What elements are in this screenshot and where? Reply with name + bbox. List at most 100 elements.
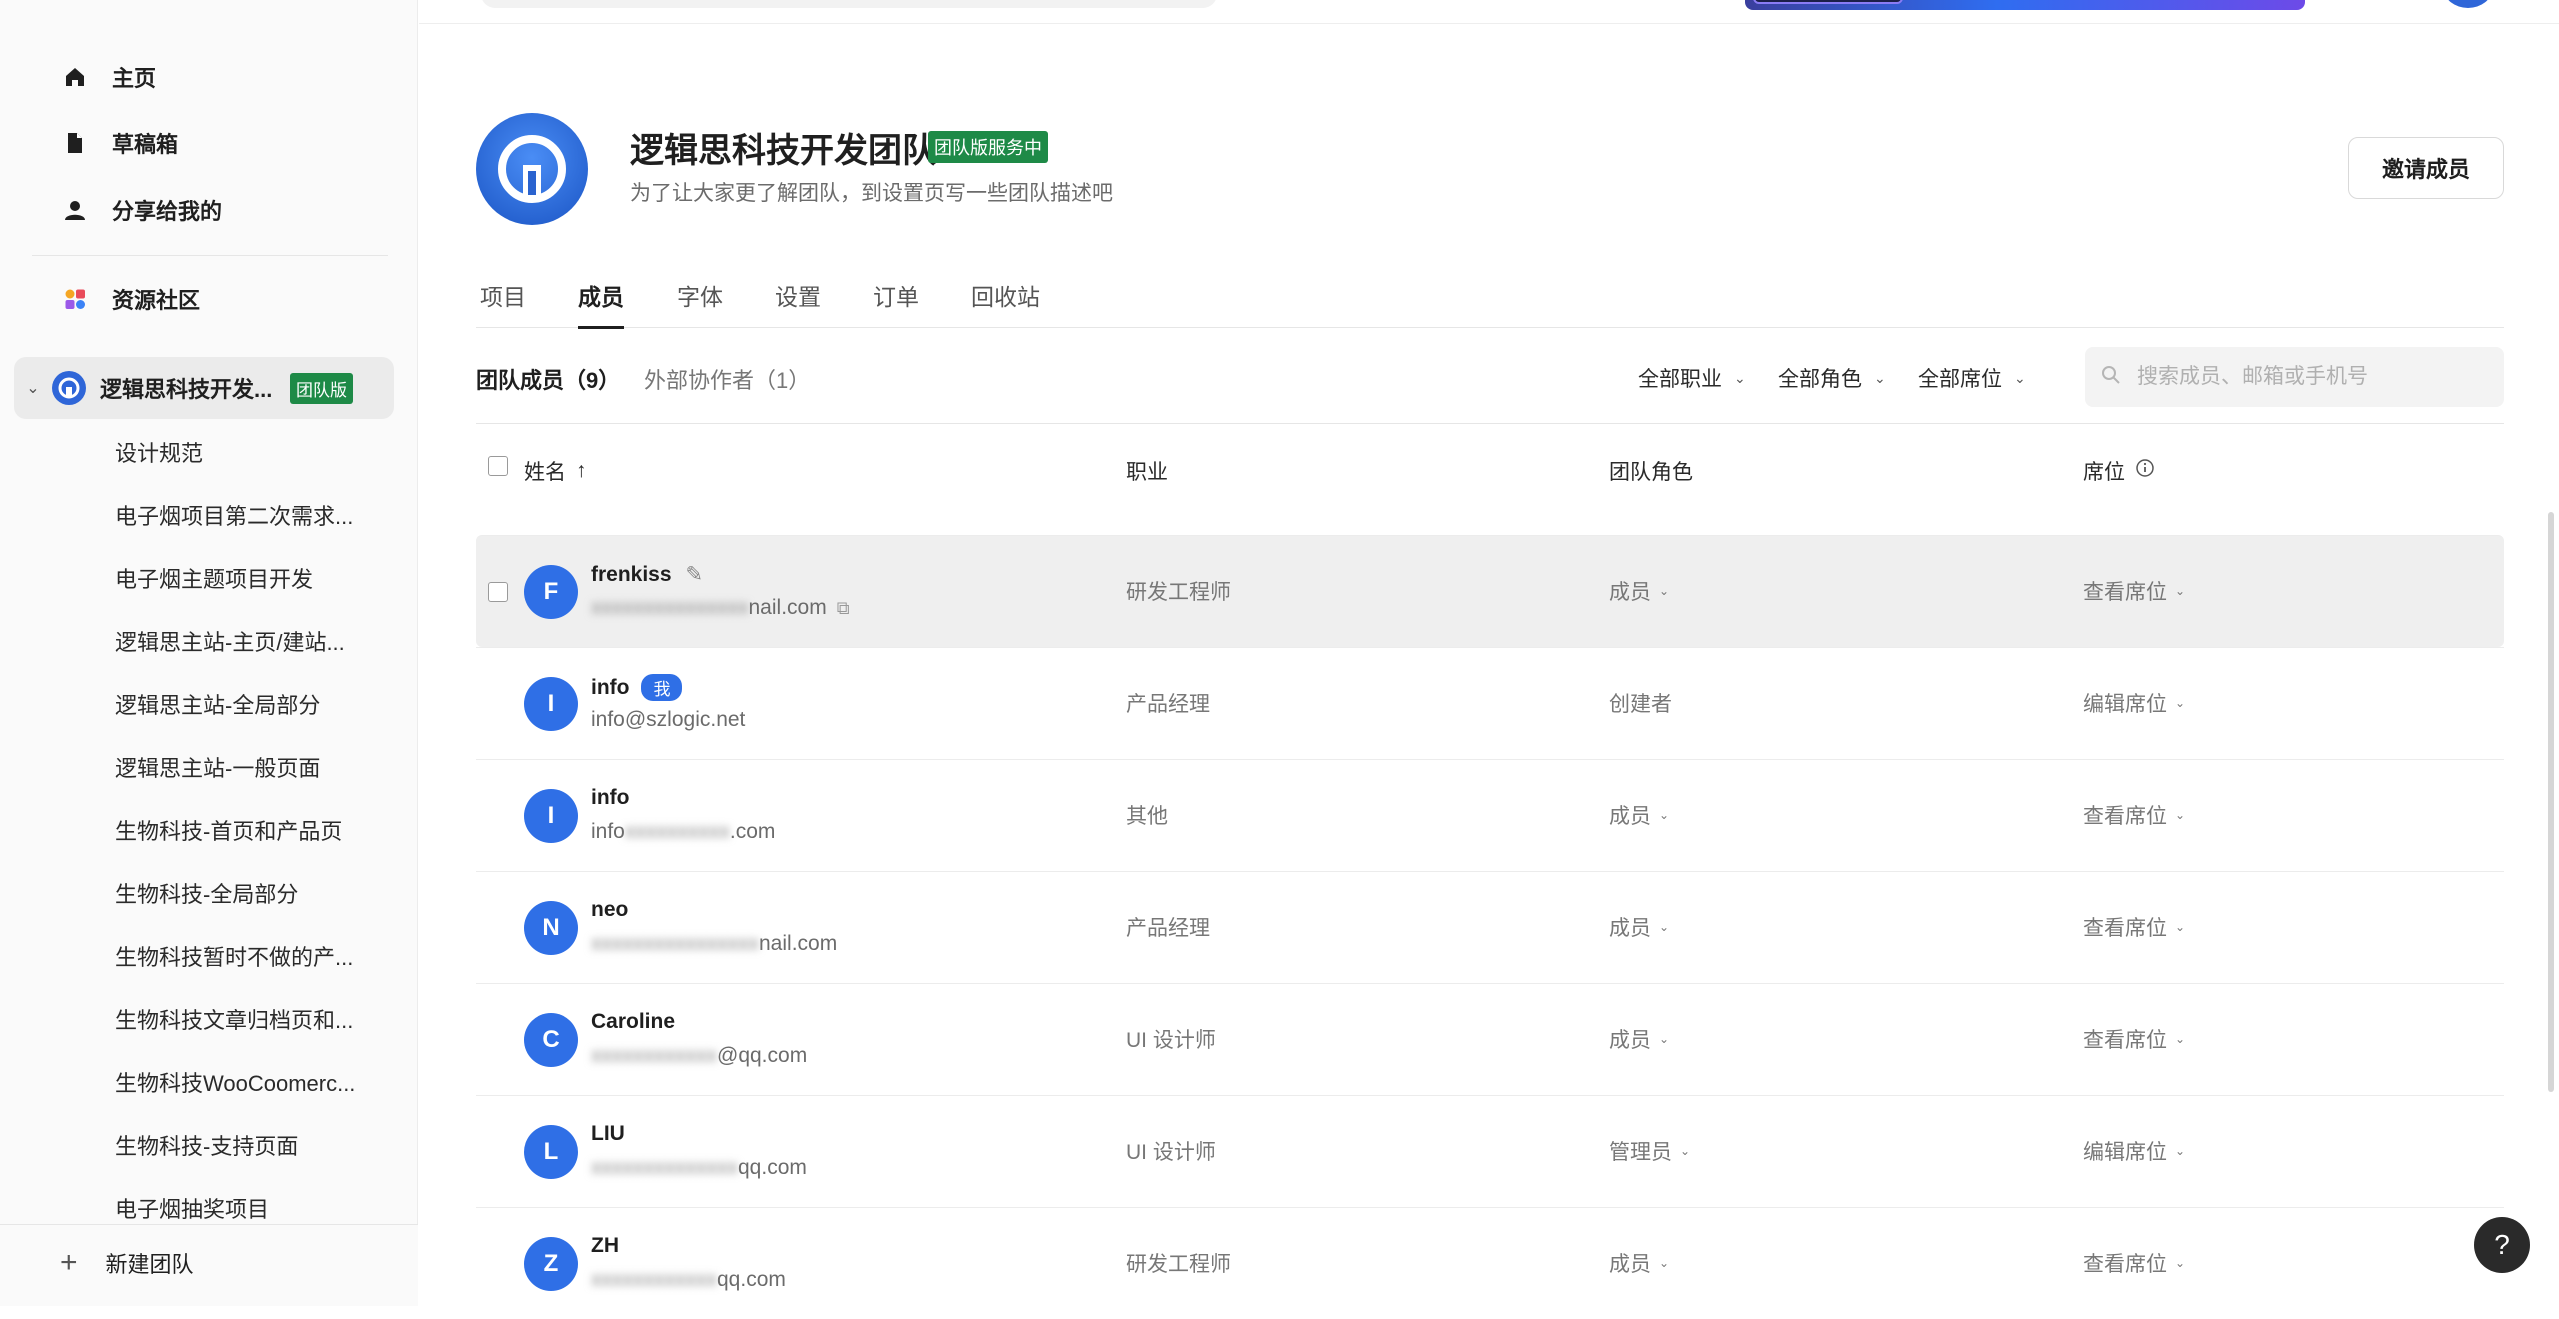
email-visible: .com	[729, 820, 776, 843]
member-name: info	[591, 786, 630, 809]
table-row[interactable]: N neo xxxxxxxxxxxxxxxx nail.com 产品经理 成员 ⌄…	[476, 871, 2504, 983]
filter-seat-label: 全部席位	[1918, 368, 2002, 391]
project-item[interactable]: 生物科技-支持页面	[115, 1130, 375, 1164]
project-item[interactable]: 生物科技WooCoomerc...	[115, 1067, 375, 1101]
subtab-external-collaborators[interactable]: 外部协作者（1）	[644, 363, 810, 395]
member-search-input[interactable]	[2135, 364, 2495, 390]
email-redacted: xxxxxxxxxxxx	[591, 1268, 717, 1291]
chevron-down-icon: ⌄	[2175, 1032, 2186, 1046]
member-role-select[interactable]: 成员 ⌄	[1609, 912, 1669, 942]
table-row[interactable]: C Caroline xxxxxxxxxxxx @qq.com UI 设计师 成…	[476, 983, 2504, 1095]
project-item[interactable]: 生物科技-首页和产品页	[115, 815, 375, 849]
tab-settings[interactable]: 设置	[775, 278, 821, 328]
global-search-bar[interactable]	[481, 0, 1217, 8]
member-role: 成员	[1609, 1253, 1651, 1276]
chevron-down-icon: ⌄	[1874, 369, 1886, 386]
member-role-select[interactable]: 成员 ⌄	[1609, 800, 1669, 830]
edit-icon[interactable]: ✎	[686, 562, 704, 587]
member-seat-select[interactable]: 查看席位 ⌄	[2083, 912, 2185, 942]
nav-shared[interactable]: 分享给我的	[62, 190, 222, 230]
table-row[interactable]: F frenkiss ✎ xxxxxxxxxxxxxxx nail.com ⧉ …	[476, 535, 2504, 647]
member-role-select[interactable]: 管理员 ⌄	[1609, 1136, 1690, 1166]
member-seat: 查看席位	[2083, 805, 2167, 828]
sidebar-team-item[interactable]: ⌄ 逻辑思科技开发... 团队版	[14, 357, 394, 419]
email-visible: @qq.com	[717, 1044, 808, 1067]
nav-home-label: 主页	[112, 66, 157, 91]
member-seat-select[interactable]: 查看席位 ⌄	[2083, 576, 2185, 606]
project-item[interactable]: 电子烟抽奖项目	[115, 1193, 375, 1227]
avatar: N	[524, 901, 578, 955]
email-redacted: xxxxxxxxxxxxxxx	[591, 596, 749, 619]
team-logo-icon	[52, 371, 86, 405]
column-seat: 席位	[2083, 456, 2155, 486]
user-icon	[62, 197, 88, 223]
member-name: frenkiss	[591, 562, 672, 586]
member-seat-select[interactable]: 查看席位 ⌄	[2083, 1024, 2185, 1054]
member-seat-select[interactable]: 查看席位 ⌄	[2083, 1248, 2185, 1278]
help-button[interactable]: ?	[2474, 1217, 2530, 1273]
row-checkbox[interactable]	[488, 582, 508, 602]
member-email: info@szlogic.net	[591, 708, 746, 731]
tab-members[interactable]: 成员	[578, 278, 624, 329]
table-row[interactable]: I info 我 info@szlogic.net 产品经理 创建者 编辑席位 ⌄	[476, 647, 2504, 759]
member-seat: 查看席位	[2083, 1029, 2167, 1052]
select-all-checkbox[interactable]	[488, 456, 508, 476]
info-icon[interactable]	[2135, 458, 2155, 484]
member-seat: 查看席位	[2083, 1253, 2167, 1276]
member-role: 管理员	[1609, 1141, 1672, 1164]
filter-job-label: 全部职业	[1638, 368, 1722, 391]
member-seat-select[interactable]: 编辑席位 ⌄	[2083, 688, 2185, 718]
chevron-down-icon: ⌄	[1659, 808, 1670, 822]
member-role-select[interactable]: 成员 ⌄	[1609, 576, 1669, 606]
member-job: 研发工程师	[1126, 581, 1231, 604]
project-item[interactable]: 电子烟项目第二次需求...	[115, 500, 375, 534]
table-row[interactable]: Z ZH xxxxxxxxxxxx qq.com 研发工程师 成员 ⌄ 查看席位 ⌄	[476, 1207, 2504, 1319]
filter-role[interactable]: 全部角色 ⌄	[1778, 363, 1886, 393]
nav-drafts[interactable]: 草稿箱	[62, 123, 178, 163]
member-email: xxxxxxxxxxxxxxx nail.com ⧉	[591, 596, 850, 620]
project-item[interactable]: 逻辑思主站-一般页面	[115, 752, 375, 786]
member-name: info	[591, 675, 630, 699]
nav-community-label: 资源社区	[112, 288, 201, 313]
sidebar-footer: + 新建团队	[0, 1224, 418, 1306]
tab-orders[interactable]: 订单	[873, 278, 919, 328]
project-item[interactable]: 电子烟主题项目开发	[115, 563, 375, 597]
chevron-down-icon[interactable]: ⌄	[14, 378, 52, 398]
member-seat-select[interactable]: 查看席位 ⌄	[2083, 800, 2185, 830]
filter-seat[interactable]: 全部席位 ⌄	[1918, 363, 2026, 393]
avatar: L	[524, 1125, 578, 1179]
tab-projects[interactable]: 项目	[480, 278, 526, 328]
filter-job[interactable]: 全部职业 ⌄	[1638, 363, 1746, 393]
sort-arrow-up-icon[interactable]: ↑	[576, 459, 587, 483]
project-item[interactable]: 设计规范	[115, 437, 375, 471]
team-description[interactable]: 为了让大家更了解团队，到设置页写一些团队描述吧	[630, 177, 1113, 207]
subtab-team-members[interactable]: 团队成员（9）	[476, 363, 620, 395]
new-team-button[interactable]: + 新建团队	[60, 1247, 194, 1279]
chevron-down-icon: ⌄	[1680, 1144, 1691, 1158]
avatar: I	[524, 789, 578, 843]
promo-banner[interactable]	[1745, 0, 2305, 10]
member-role-select[interactable]: 成员 ⌄	[1609, 1024, 1669, 1054]
table-row[interactable]: L LIU xxxxxxxxxxxxxx qq.com UI 设计师 管理员 ⌄ …	[476, 1095, 2504, 1207]
project-item[interactable]: 生物科技文章归档页和...	[115, 1004, 375, 1038]
copy-icon[interactable]: ⧉	[837, 598, 850, 619]
member-seat-select[interactable]: 编辑席位 ⌄	[2083, 1136, 2185, 1166]
project-item[interactable]: 生物科技-全局部分	[115, 878, 375, 912]
column-name[interactable]: 姓名 ↑	[524, 456, 587, 486]
user-avatar[interactable]	[2444, 0, 2492, 8]
nav-home[interactable]: 主页	[62, 57, 156, 97]
member-role: 成员	[1609, 805, 1651, 828]
tab-fonts[interactable]: 字体	[677, 278, 723, 328]
invite-member-button[interactable]: 邀请成员	[2348, 137, 2504, 199]
tab-trash[interactable]: 回收站	[971, 278, 1040, 328]
table-row[interactable]: I info info xxxxxxxxxx .com 其他 成员 ⌄ 查看席位 ⌄	[476, 759, 2504, 871]
member-role-select[interactable]: 成员 ⌄	[1609, 1248, 1669, 1278]
main-scrollbar[interactable]	[2548, 512, 2554, 1092]
avatar: Z	[524, 1237, 578, 1291]
nav-community[interactable]: 资源社区	[62, 279, 200, 319]
project-item[interactable]: 逻辑思主站-全局部分	[115, 689, 375, 723]
email-visible: nail.com	[748, 596, 827, 619]
project-item[interactable]: 逻辑思主站-主页/建站...	[115, 626, 375, 660]
chevron-down-icon: ⌄	[1659, 920, 1670, 934]
project-item[interactable]: 生物科技暂时不做的产...	[115, 941, 375, 975]
